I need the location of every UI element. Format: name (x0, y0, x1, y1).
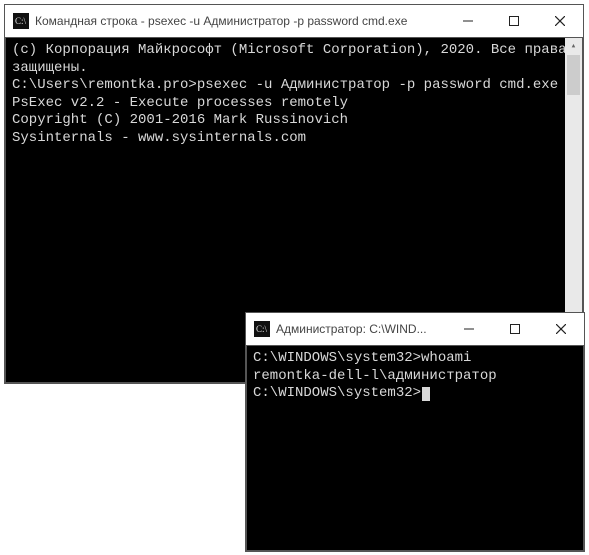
titlebar[interactable]: C:\ Администратор: C:\WIND... (246, 313, 584, 345)
terminal-line: remontka-dell-l\администратор (253, 368, 577, 386)
maximize-button[interactable] (492, 313, 538, 345)
cursor (422, 387, 430, 401)
terminal-line: C:\Users\remontka.pro>psexec -u Админист… (12, 77, 576, 95)
minimize-button[interactable] (446, 313, 492, 345)
scrollbar-thumb[interactable] (567, 55, 580, 95)
svg-text:C:\: C:\ (15, 16, 27, 26)
maximize-button[interactable] (491, 5, 537, 37)
terminal-line: Copyright (C) 2001-2016 Mark Russinovich (12, 112, 576, 130)
cmd-icon: C:\ (13, 13, 29, 29)
minimize-button[interactable] (445, 5, 491, 37)
window-controls (445, 5, 583, 37)
svg-text:C:\: C:\ (256, 324, 268, 334)
titlebar[interactable]: C:\ Командная строка - psexec -u Админис… (5, 5, 583, 37)
terminal-line: C:\WINDOWS\system32>whoami (253, 350, 577, 368)
chevron-up-icon[interactable]: ▴ (565, 38, 582, 55)
terminal-line: Sysinternals - www.sysinternals.com (12, 130, 576, 148)
window-title: Командная строка - psexec -u Администрат… (35, 14, 445, 28)
close-button[interactable] (537, 5, 583, 37)
close-button[interactable] (538, 313, 584, 345)
terminal-line: PsExec v2.2 - Execute processes remotely (12, 95, 576, 113)
window-title: Администратор: C:\WIND... (276, 322, 446, 336)
window-controls (446, 313, 584, 345)
terminal-line: (c) Корпорация Майкрософт (Microsoft Cor… (12, 42, 576, 77)
cmd-icon: C:\ (254, 321, 270, 337)
terminal-line: C:\WINDOWS\system32> (253, 385, 577, 403)
terminal-output[interactable]: C:\WINDOWS\system32>whoamiremontka-dell-… (246, 345, 584, 551)
cmd-window-foreground[interactable]: C:\ Администратор: C:\WIND... C:\WINDOWS… (245, 312, 585, 552)
